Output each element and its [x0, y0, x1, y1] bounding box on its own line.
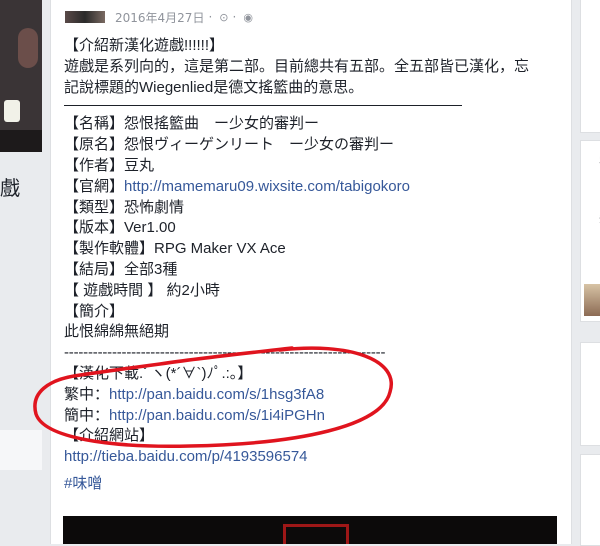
right-box-top [580, 0, 600, 133]
info-engine: 【製作軟體】RPG Maker VX Ace [64, 240, 286, 258]
download-header: 【漢化下載.ﾟヽ(*´∀`)ﾉﾟ.:｡】 [64, 364, 253, 382]
hashtag-row: #味噌 [64, 474, 564, 495]
left-thumbnail-image[interactable] [0, 0, 42, 152]
left-column: 戲 [0, 0, 42, 544]
intro-site-link[interactable]: http://tieba.baidu.com/p/4193596574 [64, 448, 308, 465]
right-box-low [580, 342, 600, 446]
download-traditional: 繁中：http://pan.baidu.com/s/1hsg3fA8 [64, 385, 564, 406]
website-link[interactable]: http://mamemaru09.wixsite.com/tabigokoro [124, 178, 410, 195]
info-website: 【官網】http://mamemaru09.wixsite.com/tabigo… [64, 177, 564, 198]
intro-site-row: http://tieba.baidu.com/p/4193596574 [64, 447, 564, 468]
globe-icon[interactable]: ◉ [243, 11, 253, 24]
info-website-label: 【官網】 [64, 177, 125, 195]
right-box-bottom [580, 454, 600, 546]
clock-icon: ⊙ [219, 10, 229, 24]
download-trad-label: 繁中： [64, 385, 110, 403]
post-line: 記說標題的Wiegenlied是德文搖籃曲的意思。 [64, 78, 364, 96]
post-card: 2016年4月27日 · ⊙ · ◉ 【介紹新漢化遊戲!!!!!!】 遊戲是系列… [50, 0, 572, 544]
info-genre: 【類型】恐怖劇情 [64, 198, 185, 216]
post-line: 【介紹新漢化遊戲!!!!!!】 [64, 37, 225, 54]
author-avatar[interactable] [65, 11, 105, 23]
post-timestamp[interactable]: 2016年4月27日 [115, 9, 204, 26]
info-name: 【名稱】怨恨搖籃曲 ー少女的審判ー [64, 115, 320, 133]
download-simp-label: 簡中： [64, 406, 110, 424]
meta-separator-2: · [232, 10, 237, 24]
download-simp-link[interactable]: http://pan.baidu.com/s/1i4iPGHn [109, 407, 325, 424]
post-image[interactable] [63, 516, 557, 544]
divider-line [64, 105, 462, 107]
post-text: 【介紹新漢化遊戲!!!!!!】 遊戲是系列向的，這是第二部。目前總共有五部。全五… [64, 36, 564, 495]
info-author: 【作者】豆丸 [64, 156, 155, 174]
left-partial-text: 戲 [0, 176, 20, 200]
right-thumbnail-image[interactable] [584, 284, 600, 316]
meta-separator: · [208, 10, 213, 24]
info-original-name: 【原名】怨恨ヴィーゲンリート ー少女の審判ー [64, 136, 395, 154]
info-intro-text: 此恨綿綿無絕期 [64, 323, 170, 341]
info-endings: 【結局】全部3種 [64, 260, 178, 278]
post-header: 2016年4月27日 · ⊙ · ◉ [65, 8, 253, 26]
post-line: 遊戲是系列向的，這是第二部。目前總共有五部。全五部皆已漢化，忘 [64, 57, 530, 75]
intro-site-label: 【介紹網站】 [64, 427, 155, 445]
info-version: 【版本】Ver1.00 [64, 219, 176, 237]
dashed-divider: ----------------------------------------… [64, 344, 386, 362]
download-trad-link[interactable]: http://pan.baidu.com/s/1hsg3fA8 [109, 386, 324, 403]
right-column: 零 尖 F L [572, 0, 600, 546]
hashtag-link[interactable]: #味噌 [64, 475, 102, 492]
info-playtime: 【 遊戲時間 】 約2小時 [64, 281, 220, 299]
left-sidebar-box [0, 430, 42, 470]
info-intro-label: 【簡介】 [64, 302, 125, 320]
download-simplified: 簡中：http://pan.baidu.com/s/1i4iPGHn [64, 406, 564, 427]
image-red-mark [283, 524, 349, 544]
